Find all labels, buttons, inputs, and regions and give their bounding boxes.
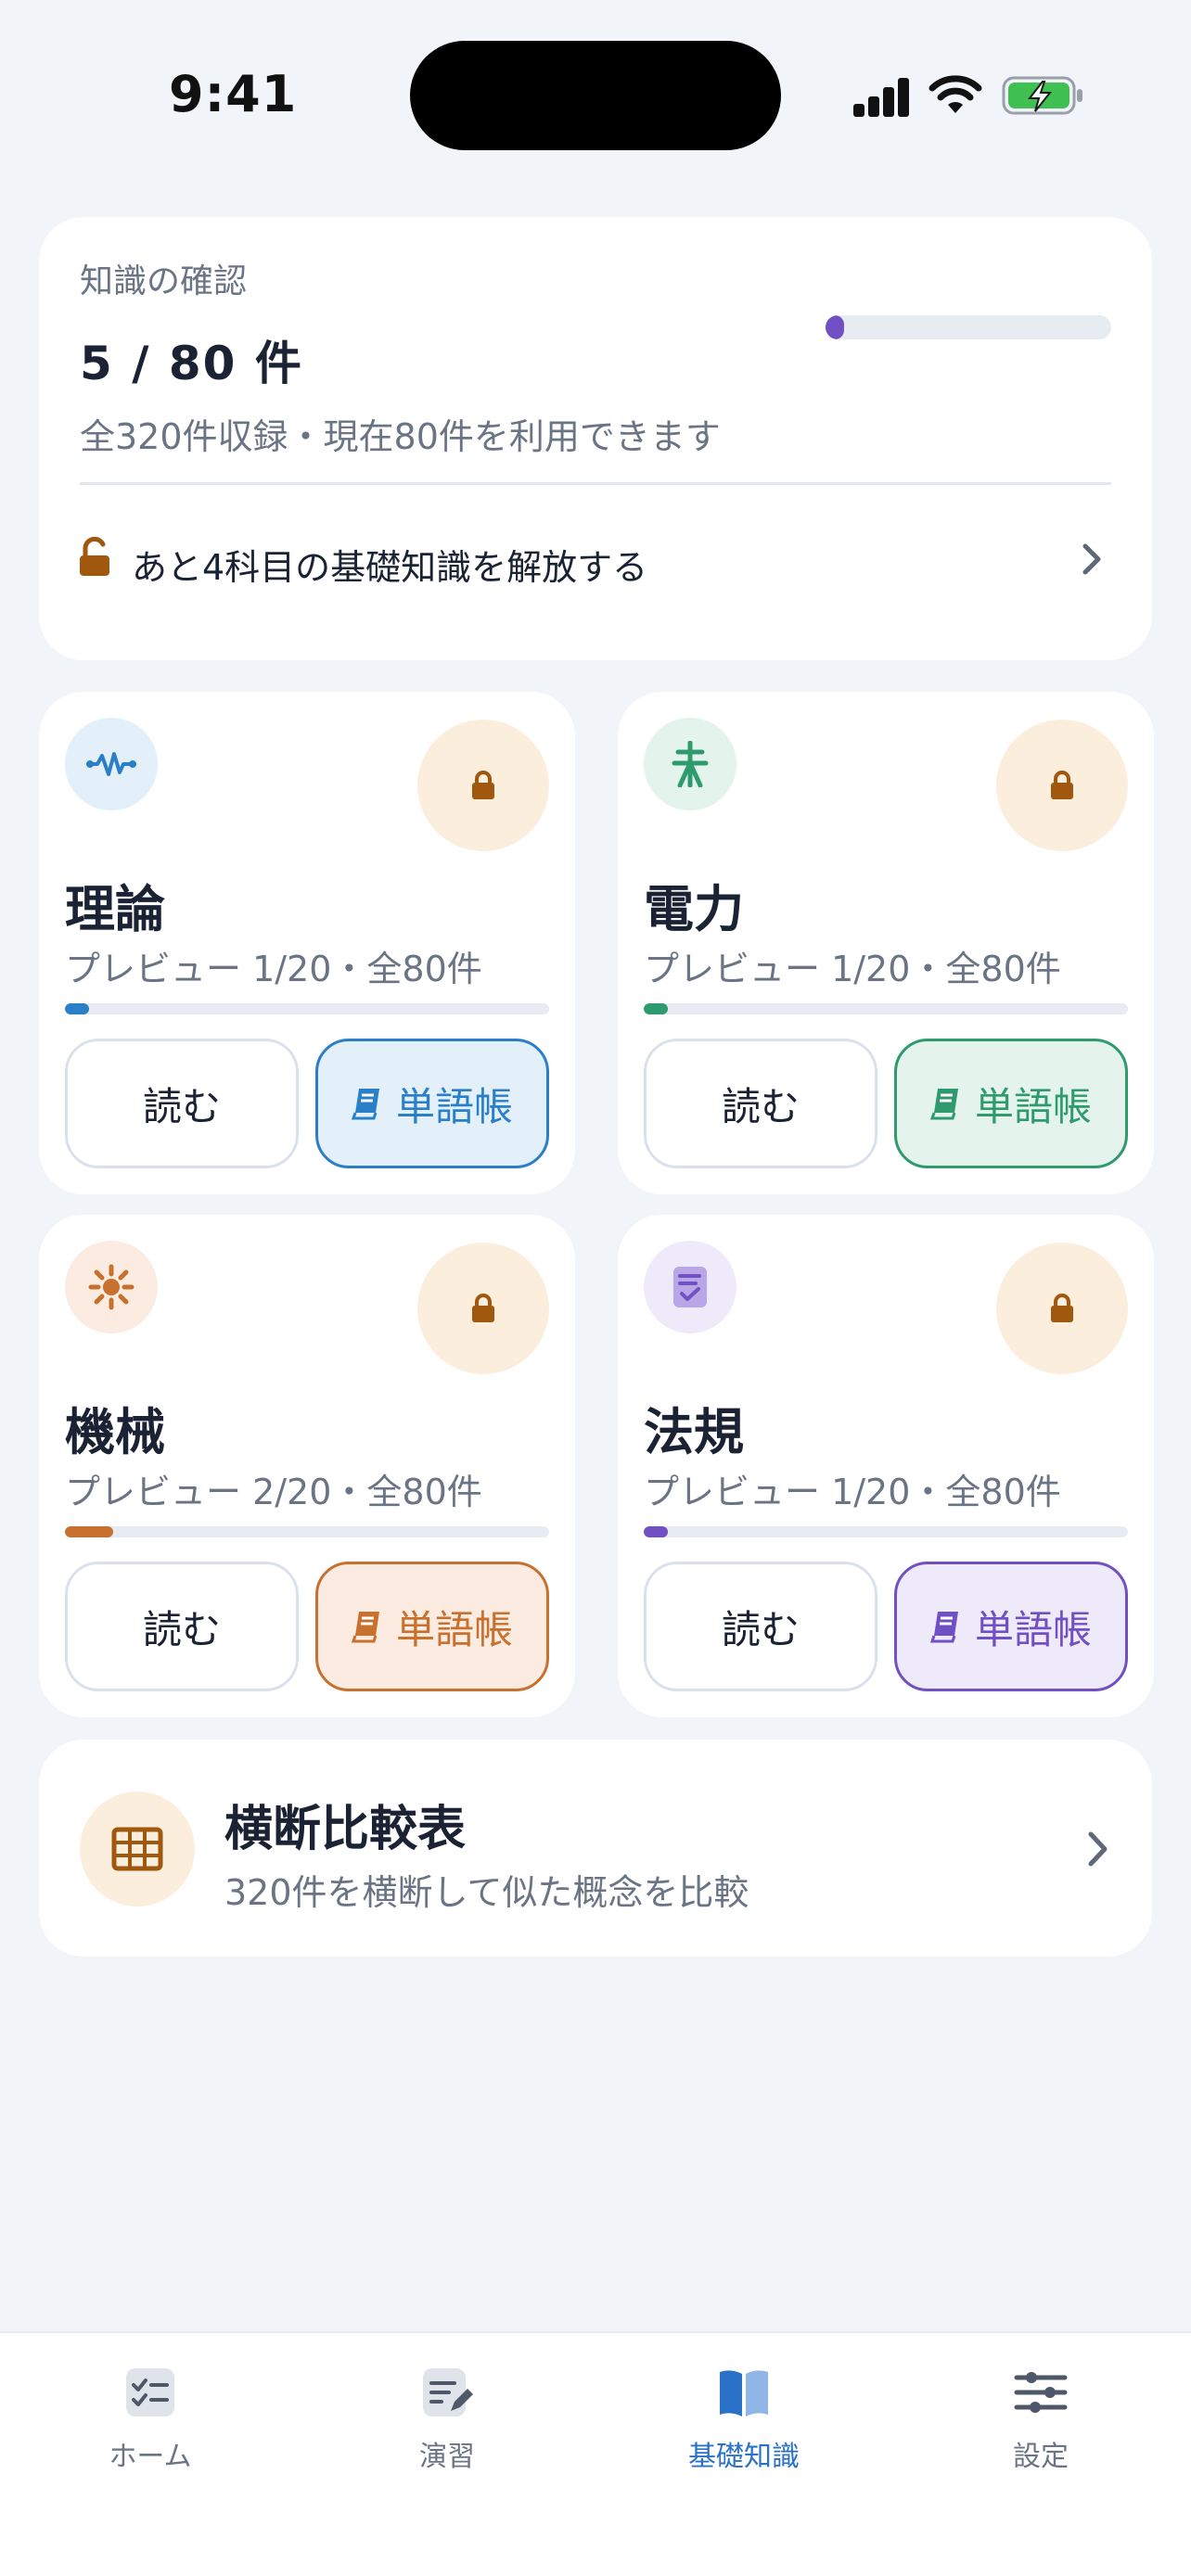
subject-preview: プレビュー 1/20・全80件 — [644, 1472, 1061, 1512]
vocab-button[interactable]: 単語帳 — [894, 1039, 1128, 1168]
gear-sun-icon — [65, 1241, 158, 1333]
subject-progress-bar — [65, 1526, 549, 1537]
subject-progress-bar — [644, 1526, 1128, 1537]
subject-preview: プレビュー 1/20・全80件 — [65, 949, 482, 989]
chevron-right-icon — [1082, 543, 1101, 575]
dynamic-island — [410, 41, 781, 150]
comparison-table-card[interactable]: 横断比較表 320件を横断して似た概念を比較 — [39, 1740, 1152, 1957]
chevron-right-icon — [1088, 1831, 1108, 1867]
tab-label: ホーム — [109, 2441, 192, 2473]
knowledge-summary-card: 知識の確認 5 / 80 件 全320件収録・現在80件を利用できます あと4科… — [39, 217, 1152, 660]
book-icon — [929, 1089, 958, 1120]
lock-icon — [996, 720, 1128, 851]
read-button[interactable]: 読む — [644, 1039, 877, 1168]
subject-progress-fill — [644, 1003, 669, 1014]
vocab-button-label: 単語帳 — [395, 1606, 513, 1652]
summary-progress-fill — [826, 315, 845, 339]
tab-basics[interactable]: 基礎知識 — [596, 2365, 892, 2494]
summary-count: 5 / 80 件 — [80, 337, 303, 390]
waveform-icon — [65, 718, 158, 810]
subject-card-denryoku[interactable]: 電力 プレビュー 1/20・全80件 読む 単語帳 — [618, 692, 1154, 1194]
wifi-icon — [928, 75, 982, 113]
book-tab-icon — [720, 2370, 768, 2417]
checklist-tab-icon — [126, 2368, 174, 2417]
subject-progress-fill — [644, 1526, 669, 1537]
read-button[interactable]: 読む — [65, 1562, 299, 1691]
tab-practice[interactable]: 演習 — [299, 2365, 596, 2494]
edit-tab-icon — [423, 2368, 473, 2417]
subject-title: 理論 — [65, 880, 165, 938]
tab-label: 基礎知識 — [688, 2441, 800, 2473]
lock-icon — [417, 1243, 549, 1374]
book-icon — [351, 1612, 379, 1643]
subject-title: 電力 — [644, 880, 744, 938]
vocab-button[interactable]: 単語帳 — [315, 1562, 549, 1691]
checklist-icon — [644, 1241, 736, 1333]
tab-label: 設定 — [1013, 2441, 1069, 2473]
lock-icon — [996, 1243, 1128, 1374]
cellular-signal-icon — [853, 76, 911, 117]
vocab-button-label: 単語帳 — [974, 1606, 1092, 1652]
table-icon — [80, 1792, 195, 1906]
vocab-button-label: 単語帳 — [974, 1083, 1092, 1129]
subject-progress-bar — [65, 1003, 549, 1014]
vocab-button-label: 単語帳 — [395, 1083, 513, 1129]
status-time: 9:41 — [169, 65, 298, 123]
subject-card-riron[interactable]: 理論 プレビュー 1/20・全80件 読む 単語帳 — [39, 692, 575, 1194]
comparison-title: 横断比較表 — [224, 1802, 467, 1857]
subject-progress-fill — [65, 1003, 90, 1014]
sliders-tab-icon — [1014, 2372, 1068, 2413]
book-icon — [351, 1089, 379, 1120]
subject-title: 法規 — [644, 1403, 744, 1461]
summary-label: 知識の確認 — [80, 262, 248, 300]
read-button[interactable]: 読む — [644, 1562, 877, 1691]
power-tower-icon — [644, 718, 736, 810]
lock-open-icon — [80, 537, 109, 576]
subject-card-houki[interactable]: 法規 プレビュー 1/20・全80件 読む 単語帳 — [618, 1215, 1154, 1717]
subject-progress-bar — [644, 1003, 1128, 1014]
subject-title: 機械 — [65, 1403, 165, 1461]
read-button[interactable]: 読む — [65, 1039, 299, 1168]
tab-home[interactable]: ホーム — [2, 2365, 299, 2494]
vocab-button[interactable]: 単語帳 — [315, 1039, 549, 1168]
tab-label: 演習 — [419, 2441, 475, 2473]
subject-progress-fill — [65, 1526, 114, 1537]
summary-progress-bar — [826, 315, 1111, 339]
summary-subtitle: 全320件収録・現在80件を利用できます — [80, 416, 721, 457]
tab-bar: ホーム 演習 基礎知識 設定 — [0, 2331, 1191, 2576]
subject-preview: プレビュー 1/20・全80件 — [644, 949, 1061, 989]
status-bar: 9:41 — [0, 0, 1191, 185]
battery-charging-icon — [1002, 76, 1082, 115]
vocab-button[interactable]: 単語帳 — [894, 1562, 1128, 1691]
subject-card-kikai[interactable]: 機械 プレビュー 2/20・全80件 読む 単語帳 — [39, 1215, 575, 1717]
unlock-subjects-row[interactable]: あと4科目の基礎知識を解放する — [39, 485, 1152, 660]
tab-settings[interactable]: 設定 — [892, 2365, 1189, 2494]
screen: 9:41 知識の確認 5 / 80 件 全320件収録・現在80件を利用できます — [0, 0, 1191, 2576]
subject-preview: プレビュー 2/20・全80件 — [65, 1472, 482, 1512]
comparison-subtitle: 320件を横断して似た概念を比較 — [224, 1872, 749, 1913]
unlock-subjects-label: あと4科目の基礎知識を解放する — [132, 547, 648, 588]
book-icon — [929, 1612, 958, 1643]
lock-icon — [417, 720, 549, 851]
